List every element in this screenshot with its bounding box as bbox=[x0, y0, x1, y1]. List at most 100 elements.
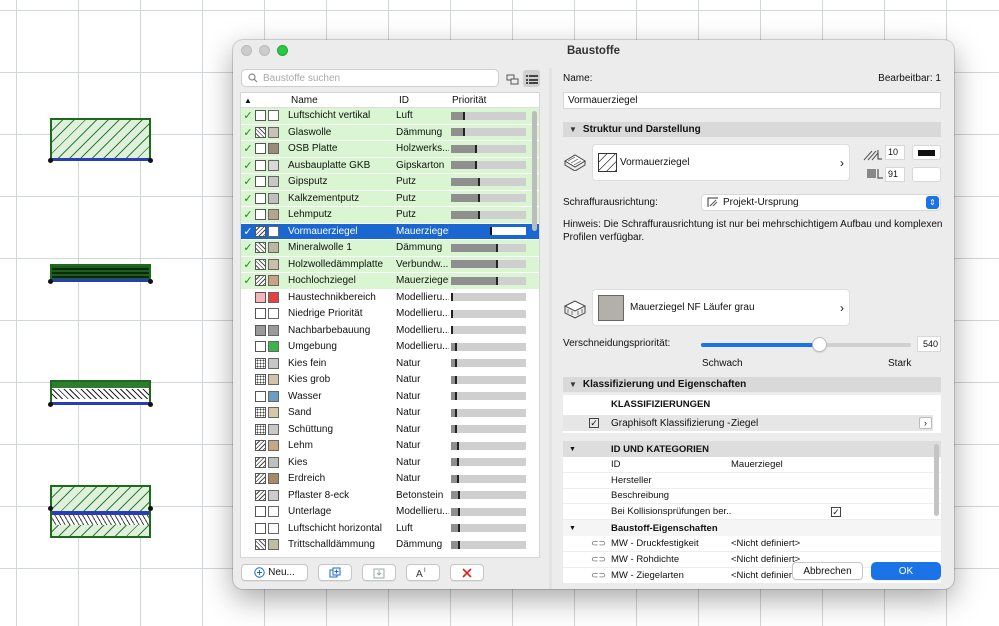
ok-button[interactable]: OK bbox=[871, 562, 941, 580]
property-row[interactable]: ⊂⊃ MW - Druckfestigkeit <Nicht definiert> bbox=[563, 536, 941, 552]
material-id: Natur bbox=[396, 407, 421, 419]
property-row[interactable]: Bei Kollisionsprüfungen ber... ✓ bbox=[563, 504, 941, 521]
intersection-priority-slider[interactable] bbox=[701, 338, 911, 351]
section-structure-header[interactable]: ▼ Struktur und Darstellung bbox=[563, 122, 941, 137]
wall-section-3[interactable] bbox=[50, 380, 151, 405]
sort-arrow-icon[interactable]: ▲ bbox=[241, 96, 255, 105]
table-row[interactable]: Schüttung Natur bbox=[241, 422, 539, 438]
availability-check-icon[interactable]: ✓ bbox=[241, 175, 255, 188]
material-id: Natur bbox=[396, 423, 421, 435]
delete-button[interactable] bbox=[450, 564, 484, 581]
availability-check-icon[interactable]: ✓ bbox=[241, 109, 255, 122]
panel-splitter[interactable] bbox=[549, 68, 552, 589]
property-checkbox[interactable]: ✓ bbox=[831, 506, 841, 517]
table-row[interactable]: Erdreich Natur bbox=[241, 471, 539, 488]
material-name: Ausbauplatte GKB bbox=[288, 159, 371, 171]
link-icon: ⊂⊃ bbox=[591, 538, 607, 549]
folder-view-button[interactable] bbox=[504, 70, 521, 87]
background-pen-color[interactable] bbox=[912, 167, 941, 182]
intersection-priority-input[interactable]: 540 bbox=[917, 336, 941, 352]
chevron-right-icon[interactable]: › bbox=[919, 417, 932, 429]
availability-check-icon[interactable]: ✓ bbox=[241, 258, 255, 271]
table-row[interactable]: ✓ Vormauerziegel Mauerziegel bbox=[241, 223, 539, 240]
classification-row[interactable]: ✓ Graphisoft Klassifizierung -... Ziegel… bbox=[563, 415, 933, 431]
table-row[interactable]: Wasser Natur bbox=[241, 389, 539, 405]
table-row[interactable]: Kies Natur bbox=[241, 455, 539, 471]
material-name-input[interactable]: Vormauerziegel bbox=[563, 92, 941, 109]
availability-check-icon[interactable]: ✓ bbox=[241, 142, 255, 155]
id-categories-header[interactable]: ▼ ID UND KATEGORIEN bbox=[563, 441, 941, 457]
property-row[interactable]: Hersteller bbox=[563, 473, 941, 489]
wall-section-2[interactable] bbox=[50, 264, 151, 282]
duplicate-button[interactable] bbox=[318, 564, 352, 581]
table-row[interactable]: Kies fein Natur bbox=[241, 356, 539, 372]
classification-checkbox[interactable]: ✓ bbox=[589, 418, 599, 428]
slider-thumb[interactable] bbox=[812, 338, 826, 351]
import-button[interactable] bbox=[362, 564, 396, 581]
availability-check-icon[interactable]: ✓ bbox=[241, 274, 255, 287]
column-header-name[interactable]: Name bbox=[282, 95, 399, 106]
properties-scrollbar[interactable] bbox=[934, 444, 939, 516]
property-row[interactable]: ID Mauerziegel bbox=[563, 457, 941, 473]
cut-fill-selector[interactable]: Vormauerziegel › bbox=[592, 144, 850, 181]
table-row[interactable]: Trittschalldämmung Dämmung bbox=[241, 537, 539, 554]
table-row[interactable]: Haustechnikbereich Modellieru... bbox=[241, 290, 539, 306]
table-row[interactable]: Umgebung Modellieru... bbox=[241, 339, 539, 356]
new-material-button[interactable]: Neu... bbox=[241, 564, 308, 581]
material-id: Gipskarton bbox=[396, 159, 445, 171]
priority-bar bbox=[451, 491, 526, 500]
availability-check-icon[interactable]: ✓ bbox=[241, 225, 255, 238]
search-input[interactable]: Baustoffe suchen bbox=[241, 69, 499, 87]
surface-color-swatch bbox=[268, 357, 279, 369]
list-scrollbar[interactable] bbox=[532, 111, 537, 231]
fill-pattern-swatch bbox=[255, 225, 266, 237]
property-row[interactable]: Beschreibung bbox=[563, 489, 941, 505]
minimize-window-button[interactable] bbox=[259, 45, 270, 56]
table-row[interactable]: Lehm Natur bbox=[241, 438, 539, 455]
table-row[interactable]: ✓ Glaswolle Dämmung bbox=[241, 124, 539, 141]
table-row[interactable]: ✓ Mineralwolle 1 Dämmung bbox=[241, 240, 539, 257]
availability-check-icon[interactable]: ✓ bbox=[241, 208, 255, 221]
table-row[interactable]: Niedrige Priorität Modellieru... bbox=[241, 306, 539, 323]
section-classification-header[interactable]: ▼ Klassifizierung und Eigenschaften bbox=[563, 377, 941, 392]
column-header-id[interactable]: ID bbox=[399, 95, 452, 106]
wall-section-4[interactable] bbox=[50, 485, 151, 538]
table-row[interactable]: Unterlage Modellieru... bbox=[241, 504, 539, 521]
table-row[interactable]: ✓ Ausbauplatte GKB Gipskarton bbox=[241, 157, 539, 174]
table-row[interactable]: ✓ Kalkzementputz Putz bbox=[241, 190, 539, 207]
availability-check-icon[interactable]: ✓ bbox=[241, 126, 255, 139]
column-header-priority[interactable]: Priorität bbox=[452, 95, 486, 106]
availability-check-icon[interactable]: ✓ bbox=[241, 192, 255, 205]
table-row[interactable]: Pflaster 8-eck Betonstein bbox=[241, 488, 539, 504]
background-pen-number[interactable]: 91 bbox=[885, 167, 905, 182]
cancel-button[interactable]: Abbrechen bbox=[792, 562, 863, 580]
close-window-button[interactable] bbox=[241, 45, 252, 56]
materials-table[interactable]: ▲ Name ID Priorität ✓ Luftschicht vertika… bbox=[240, 92, 540, 558]
search-placeholder: Baustoffe suchen bbox=[263, 72, 341, 84]
table-row[interactable]: Luftschicht horizontal Luft bbox=[241, 521, 539, 537]
wall-section-1[interactable] bbox=[50, 118, 151, 161]
table-row[interactable]: Kies grob Natur bbox=[241, 372, 539, 389]
table-row[interactable]: ✓ Luftschicht vertikal Luft bbox=[241, 108, 539, 125]
list-view-button[interactable] bbox=[523, 70, 540, 87]
table-row[interactable]: ✓ OSB Platte Holzwerks... bbox=[241, 141, 539, 158]
material-name: Hochlochziegel bbox=[288, 275, 356, 287]
hatch-orientation-select[interactable]: Projekt-Ursprung ⇕ bbox=[701, 194, 941, 211]
surface-selector[interactable]: Mauerziegel NF Läufer grau › bbox=[592, 289, 850, 326]
availability-check-icon[interactable]: ✓ bbox=[241, 159, 255, 172]
availability-check-icon[interactable]: ✓ bbox=[241, 241, 255, 254]
zoom-window-button[interactable] bbox=[277, 45, 288, 56]
fill-pen-number[interactable]: 10 bbox=[885, 145, 905, 160]
rename-button[interactable]: AI bbox=[406, 564, 440, 581]
table-row[interactable]: ✓ Gipsputz Putz bbox=[241, 174, 539, 191]
slider-fill bbox=[701, 343, 819, 347]
priority-bar bbox=[451, 474, 526, 483]
table-row[interactable]: ✓ Lehmputz Putz bbox=[241, 207, 539, 224]
table-row[interactable]: Nachbarbebauung Modellieru... bbox=[241, 323, 539, 339]
baustoff-properties-header[interactable]: ▼ Baustoff-Eigenschaften bbox=[563, 520, 941, 537]
fill-pen-color[interactable] bbox=[912, 145, 941, 160]
table-row[interactable]: ✓ Hochlochziegel Mauerziegel bbox=[241, 273, 539, 290]
table-row[interactable]: ✓ Holzwolledämmplatte Verbundw... bbox=[241, 256, 539, 273]
fill-pattern-swatch bbox=[255, 159, 266, 171]
table-row[interactable]: Sand Natur bbox=[241, 405, 539, 422]
